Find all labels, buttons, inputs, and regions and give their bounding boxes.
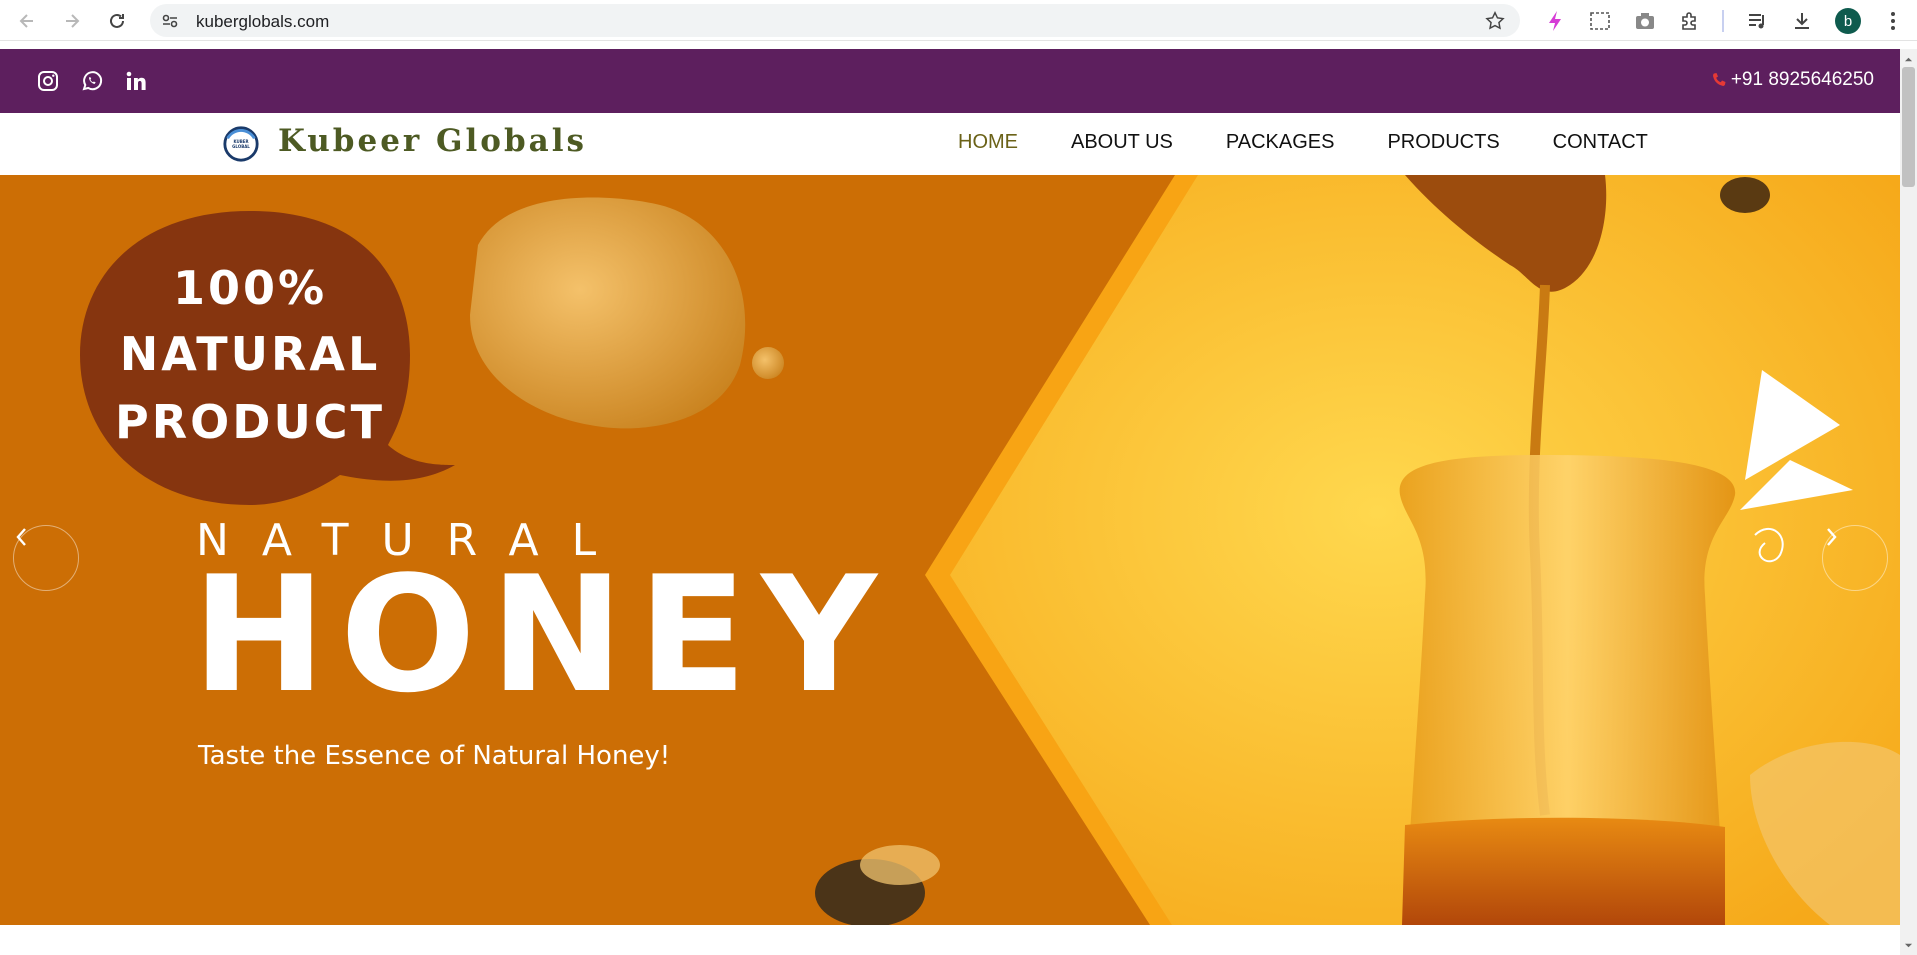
- badge-line-1: 100%: [172, 261, 328, 315]
- nav-home[interactable]: HOME: [958, 131, 1018, 154]
- scroll-thumb[interactable]: [1902, 67, 1915, 187]
- camera-icon[interactable]: [1632, 8, 1658, 34]
- extensions-puzzle-icon[interactable]: [1677, 8, 1703, 34]
- scroll-down-icon[interactable]: [1904, 941, 1913, 950]
- primary-menu: HOME ABOUT US PACKAGES PRODUCTS CONTACT: [958, 131, 1701, 154]
- download-icon[interactable]: [1789, 8, 1815, 34]
- profile-avatar[interactable]: b: [1835, 8, 1861, 34]
- phone-icon: [1712, 73, 1726, 86]
- bee-wing: [860, 845, 940, 885]
- nav-products[interactable]: PRODUCTS: [1387, 131, 1499, 154]
- bookmark-star-icon[interactable]: [1484, 10, 1506, 32]
- address-bar[interactable]: kuberglobals.com: [150, 4, 1520, 37]
- scroll-up-icon[interactable]: [1904, 55, 1913, 64]
- toolbar-divider: [1722, 10, 1724, 32]
- media-controls-icon[interactable]: [1744, 8, 1770, 34]
- forward-button[interactable]: [57, 6, 87, 36]
- reload-icon: [110, 13, 124, 28]
- carousel-prev-button[interactable]: [13, 525, 79, 591]
- browser-toolbar: kuberglobals.com b: [0, 0, 1917, 41]
- badge-line-2: NATURAL: [119, 327, 381, 381]
- nav-packages[interactable]: PACKAGES: [1226, 131, 1335, 154]
- main-navbar: KUBER GLOBAL Kubeer Globals HOME ABOUT U…: [0, 113, 1900, 175]
- honey-drop-blob: [470, 197, 746, 429]
- screenshot-select-icon[interactable]: [1587, 8, 1613, 34]
- bee-top: [1720, 177, 1770, 213]
- hero-slider: 100% NATURAL PRODUCT NATURAL HONEY Taste…: [0, 175, 1900, 925]
- phone-number: +91 8925646250: [1730, 69, 1874, 90]
- carousel-next-button[interactable]: [1822, 525, 1888, 591]
- brand-logo[interactable]: KUBER GLOBAL: [222, 125, 260, 163]
- top-contact-bar: +91 8925646250: [0, 49, 1900, 113]
- browser-menu-icon[interactable]: [1880, 8, 1906, 34]
- brand-name[interactable]: Kubeer Globals: [278, 123, 587, 159]
- nav-about-us[interactable]: ABOUT US: [1071, 131, 1173, 154]
- back-button[interactable]: [12, 6, 42, 36]
- instagram-icon[interactable]: [36, 69, 60, 93]
- page-viewport: +91 8925646250 KUBER GLOBAL Kubeer Globa…: [0, 49, 1900, 955]
- page-content-below: [0, 925, 1900, 955]
- chevron-left-icon: [16, 528, 26, 546]
- phone-contact[interactable]: +91 8925646250: [1711, 69, 1874, 91]
- bolt-extension-icon[interactable]: [1542, 8, 1568, 34]
- hero-headline: HONEY: [192, 541, 891, 728]
- linkedin-icon[interactable]: [124, 69, 148, 93]
- badge-line-3: PRODUCT: [115, 395, 385, 449]
- hero-tagline: Taste the Essence of Natural Honey!: [198, 741, 671, 771]
- back-arrow-icon: [19, 14, 33, 28]
- whatsapp-icon[interactable]: [80, 69, 104, 93]
- url-text[interactable]: kuberglobals.com: [196, 12, 329, 32]
- reload-button[interactable]: [102, 6, 132, 36]
- chevron-right-icon: [1827, 528, 1837, 546]
- svg-text:GLOBAL: GLOBAL: [232, 144, 250, 149]
- forward-arrow-icon: [66, 14, 80, 28]
- honey-in-jar: [1402, 817, 1725, 925]
- honey-droplet: [752, 347, 784, 379]
- page-scrollbar[interactable]: [1900, 49, 1917, 955]
- site-settings-icon[interactable]: [160, 11, 180, 31]
- nav-contact[interactable]: CONTACT: [1553, 131, 1648, 154]
